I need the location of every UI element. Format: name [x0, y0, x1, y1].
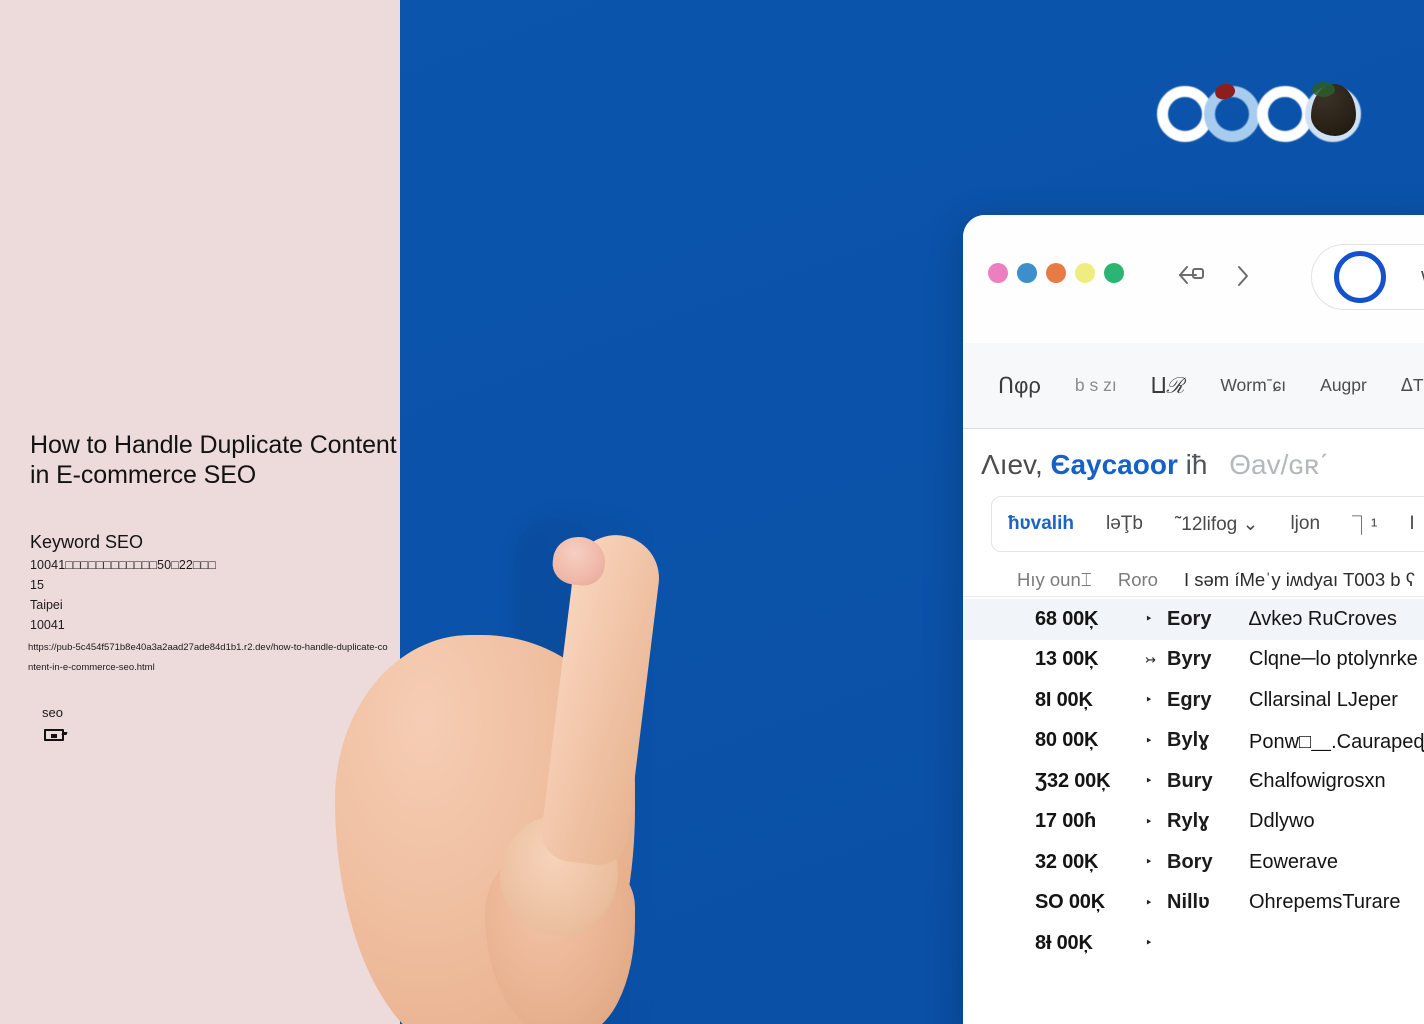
cell-code: Rylɣ [1167, 810, 1210, 833]
cell-trend-icon: ‣ [1145, 611, 1153, 627]
cell-code: Bury [1167, 769, 1213, 792]
table-column-headers: Hıy oun⌶ Roro I səm íMeˈy iʍdyaı T003 b … [1017, 565, 1424, 595]
bookmark-augpr[interactable]: Augpr [1303, 375, 1384, 396]
cell-trend-icon: ‣ [1145, 692, 1153, 708]
screenshot-root: How to Handle Duplicate Content in E-com… [0, 0, 1424, 1024]
table-row[interactable]: 8Ɨ 00Ķ ‣ [963, 923, 1424, 964]
bookmark-glyph-1[interactable]: Ոφρ [981, 373, 1058, 399]
circle-logo-icon [1334, 251, 1386, 303]
address-line: 10041□□□□□□□□□□□□50□22□□□ [30, 558, 216, 572]
cell-code: Nillʋ [1167, 891, 1210, 914]
cell-keyword: Cllarsinal LJeper [1249, 688, 1398, 711]
cell-keyword: OhrepemsTurare [1249, 891, 1401, 914]
cell-volume: 8I 00Ķ [1035, 688, 1093, 711]
cell-code: Bory [1167, 850, 1213, 873]
toolbar-tab-lab[interactable]: lәŢb [1090, 513, 1159, 535]
cell-volume: Ʒ32 00Ķ [1035, 769, 1111, 792]
heading-part-2: Єaycaoor [1050, 449, 1178, 480]
col-header-roro[interactable]: Roro [1118, 569, 1184, 591]
cell-trend-icon: ‣ [1145, 935, 1153, 951]
bookmark-bszi[interactable]: b s zı [1058, 375, 1134, 396]
keyword-tag-label: seo [42, 705, 63, 720]
table-row[interactable]: 8I 00Ķ ‣ Egry Cllarsinal LJeper [963, 680, 1424, 721]
toolbar-divider-glyph: І [1409, 513, 1415, 534]
page-title: How to Handle Duplicate Content in E-com… [30, 431, 397, 489]
address-bar[interactable]: Whind Sproiech Qvsarroxing ?rnats Qitl ·… [1311, 244, 1424, 310]
back-arrow-icon[interactable] [1176, 263, 1206, 289]
browser-window: Whind Sproiech Qvsarroxing ?rnats Qitl ·… [963, 215, 1424, 1024]
cell-code: Eory [1167, 607, 1212, 630]
browser-nav [1176, 263, 1252, 289]
window-controls[interactable] [988, 263, 1124, 283]
tag-glyph-icon [44, 729, 64, 741]
keyword-heading: Keyword SEO [30, 532, 144, 552]
table-row[interactable]: 32 00Ķ ‣ Bory Eowerave [963, 842, 1424, 883]
toolbar-dropdown-12lifog[interactable]: ˜12lifoɡ ⌄ [1159, 513, 1275, 536]
blue-backdrop: Whind Sproiech Qvsarroxing ?rnats Qitl ·… [400, 0, 1424, 1024]
table-row[interactable]: 13 00Ķ ↣ Byry Clqne─lo ptolynrke [963, 640, 1424, 681]
toolbar-tab-active[interactable]: ħʋvalih [992, 513, 1090, 535]
address-city: Taipei [30, 598, 63, 612]
table-row[interactable]: SO 00Ķ ‣ Nillʋ OhrepemsTurare [963, 883, 1424, 924]
cell-code: Byry [1167, 648, 1212, 671]
window-control-pink[interactable] [988, 263, 1008, 283]
cell-trend-icon: ↣ [1145, 651, 1156, 667]
cell-trend-icon: ‣ [1145, 894, 1153, 910]
heading-part-3: iħ [1185, 449, 1208, 480]
table-row[interactable]: 17 00ɦ ‣ Rylɣ Ddlywo [963, 802, 1424, 843]
bookmark-glyph-2[interactable]: ⨿ℛ [1134, 373, 1204, 399]
heading-part-1: Λıev, [981, 449, 1043, 480]
content-heading: Λıev, Єaycaoor iħ Θav/ɢʀˊ [981, 449, 1328, 481]
browser-chrome: Whind Sproiech Qvsarroxing ?rnats Qitl ·… [963, 215, 1424, 343]
table-row[interactable]: Ʒ32 00Ķ ‣ Bury Єhalfowigrosxn [963, 761, 1424, 802]
cell-volume: 17 00ɦ [1035, 810, 1097, 833]
cell-trend-icon: ‣ [1145, 854, 1153, 870]
forward-chevron-icon[interactable] [1234, 263, 1252, 289]
cell-volume: 80 00Ķ [1035, 729, 1099, 752]
col-header-keyword[interactable]: I səm íMeˈy iʍdyaı T003 b ʕ [1184, 569, 1424, 591]
cell-keyword: Ddlywo [1249, 810, 1315, 833]
bookmark-te[interactable]: ᐃTê [1384, 375, 1424, 396]
results-table: 68 00Ķ ‣ Eory ∆vkeɔ RuCroves 13 00Ķ ↣ By… [963, 596, 1424, 1024]
cell-volume: 13 00Ķ [1035, 648, 1099, 671]
table-row[interactable]: 80 00Ķ ‣ Bylɣ Ponw□⸏.Caurapeɖnth [963, 721, 1424, 762]
article-url[interactable]: https://pub-5c454f571b8e40a3a2aad27ade84… [28, 638, 390, 678]
table-row[interactable]: 68 00Ķ ‣ Eory ∆vkeɔ RuCroves [963, 599, 1424, 640]
brand-logo [1157, 78, 1362, 150]
cell-code: Egry [1167, 688, 1212, 711]
cell-keyword: ∆vkeɔ RuCroves [1249, 607, 1397, 630]
bookmark-wormdi[interactable]: Wormˉɕı [1203, 375, 1303, 396]
cell-volume: 32 00Ķ [1035, 850, 1099, 873]
address-postcode: 10041 [30, 618, 65, 632]
filter-toolbar: ħʋvalih lәŢb ˜12lifoɡ ⌄ ljon ⏋¹ І Tℓ ⤵ E… [991, 496, 1424, 552]
toolbar-item-ljon[interactable]: ljon [1274, 513, 1336, 535]
cell-volume: SO 00Ķ [1035, 891, 1105, 914]
cell-code: Bylɣ [1167, 729, 1210, 752]
cell-volume: 68 00Ķ [1035, 607, 1099, 630]
window-control-green[interactable] [1104, 263, 1124, 283]
cell-keyword: Ponw□⸏.Caurapeɖnth [1249, 731, 1424, 754]
window-control-orange[interactable] [1046, 263, 1066, 283]
bookmarks-bar: Ոφρ b s zı ⨿ℛ Wormˉɕı Augpr ᐃTê Tigeˈʋˌ … [963, 343, 1424, 429]
col-header-volume[interactable]: Hıy oun⌶ [1017, 569, 1118, 591]
cell-keyword: Clqne─lo ptolynrke [1249, 648, 1418, 671]
toolbar-cart-icon[interactable]: ⏋¹ [1336, 511, 1393, 538]
cell-keyword: Єhalfowigrosxn [1249, 769, 1386, 792]
cell-trend-icon: ‣ [1145, 813, 1153, 829]
left-info-panel: How to Handle Duplicate Content in E-com… [0, 0, 400, 1024]
window-control-yellow[interactable] [1075, 263, 1095, 283]
cell-volume: 8Ɨ 00Ķ [1035, 931, 1093, 954]
heading-part-4: Θav/ɢʀˊ [1229, 449, 1329, 480]
page-content: Λıev, Єaycaoor iħ Θav/ɢʀˊ ħʋvalih lәŢb ˜… [963, 429, 1424, 1024]
address-number: 15 [30, 578, 44, 592]
cell-trend-icon: ‣ [1145, 773, 1153, 789]
window-control-blue[interactable] [1017, 263, 1037, 283]
logo-dark-blob-icon [1311, 82, 1356, 136]
cell-keyword: Eowerave [1249, 850, 1338, 873]
cell-trend-icon: ‣ [1145, 732, 1153, 748]
